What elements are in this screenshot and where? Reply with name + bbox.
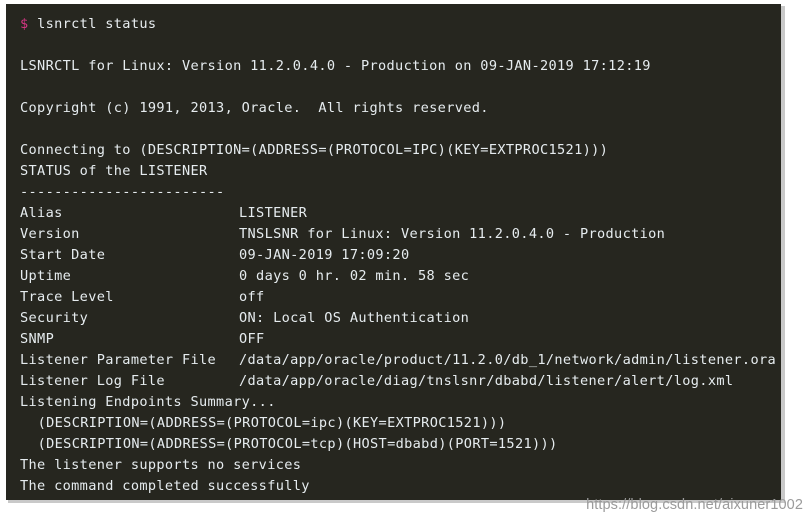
status-value: off — [239, 289, 265, 305]
status-label: Listener Parameter File — [20, 352, 217, 368]
status-value: ON: Local OS Authentication — [239, 310, 470, 326]
terminal-window[interactable]: $ lsnrctl status LSNRCTL for Linux: Vers… — [6, 4, 781, 500]
status-label: Version — [20, 226, 80, 242]
endpoints-header-line: Listening Endpoints Summary... — [20, 394, 276, 410]
status-value: /data/app/oracle/diag/tnslsnr/dbabd/list… — [239, 373, 734, 389]
status-header-line: STATUS of the LISTENER — [20, 163, 208, 179]
status-label: Uptime — [20, 268, 72, 284]
endpoint-tcp-line: (DESCRIPTION=(ADDRESS=(PROTOCOL=tcp)(HOS… — [37, 436, 558, 452]
command-completed-line: The command completed successfully — [20, 478, 310, 494]
command-text: lsnrctl status — [29, 16, 157, 32]
status-row-listener-log-file: Listener Log File/data/app/oracle/diag/t… — [20, 371, 781, 392]
status-row-start-date: Start Date 09-JAN-2019 17:09:20 — [20, 245, 781, 266]
copyright-line: Copyright (c) 1991, 2013, Oracle. All ri… — [20, 100, 489, 116]
command-prompt-line: $ lsnrctl status — [20, 14, 781, 35]
status-divider-rule: ------------------------ — [20, 184, 225, 200]
status-label: Listener Log File — [20, 373, 165, 389]
endpoint-ipc-line: (DESCRIPTION=(ADDRESS=(PROTOCOL=ipc)(KEY… — [37, 415, 507, 431]
services-line: The listener supports no services — [20, 457, 302, 473]
status-row-listener-parameter-file: Listener Parameter File/data/app/oracle/… — [20, 350, 781, 371]
connecting-line: Connecting to (DESCRIPTION=(ADDRESS=(PRO… — [20, 142, 609, 158]
page-background: $ lsnrctl status LSNRCTL for Linux: Vers… — [0, 0, 805, 516]
status-label: Security — [20, 310, 89, 326]
prompt-symbol: $ — [20, 16, 29, 32]
status-row-security: Security ON: Local OS Authentication — [20, 308, 781, 329]
terminal-output-area[interactable]: $ lsnrctl status LSNRCTL for Linux: Vers… — [6, 4, 781, 500]
status-value: LISTENER — [239, 205, 308, 221]
status-row-alias: Alias LISTENER — [20, 203, 781, 224]
status-label: SNMP — [20, 331, 55, 347]
status-row-version: Version TNSLSNR for Linux: Version 11.2.0… — [20, 224, 781, 245]
status-value: 0 days 0 hr. 02 min. 58 sec — [239, 268, 470, 284]
lsnrctl-banner-line: LSNRCTL for Linux: Version 11.2.0.4.0 - … — [20, 58, 651, 74]
status-value: 09-JAN-2019 17:09:20 — [239, 247, 410, 263]
status-value: TNSLSNR for Linux: Version 11.2.0.4.0 - … — [239, 226, 666, 242]
status-row-uptime: Uptime 0 days 0 hr. 02 min. 58 sec — [20, 266, 781, 287]
status-label: Alias — [20, 205, 63, 221]
status-label: Start Date — [20, 247, 106, 263]
status-value: OFF — [239, 331, 265, 347]
status-value: /data/app/oracle/product/11.2.0/db_1/net… — [239, 352, 777, 368]
status-label: Trace Level — [20, 289, 114, 305]
command-value: lsnrctl status — [37, 16, 157, 32]
status-row-trace-level: Trace Level off — [20, 287, 781, 308]
status-row-snmp: SNMP OFF — [20, 329, 781, 350]
